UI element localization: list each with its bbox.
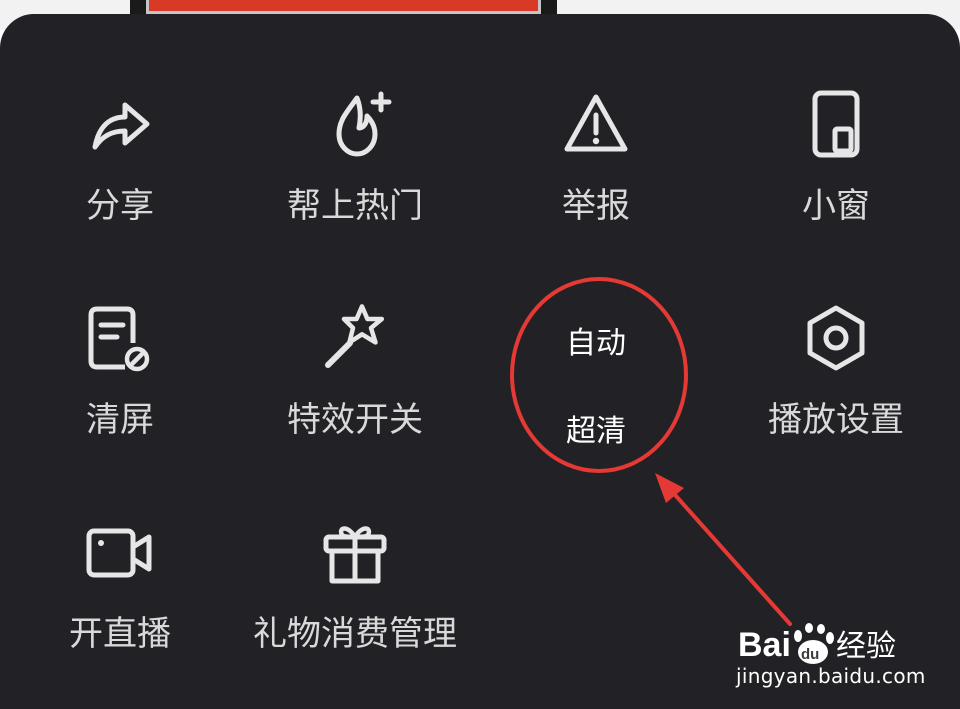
menu-item-label: 清屏 — [86, 400, 154, 440]
watermark-url: jingyan.baidu.com — [736, 664, 926, 688]
quality-value-label: 超清 — [566, 414, 626, 449]
video-camera-icon — [0, 442, 240, 582]
flame-plus-icon — [235, 14, 475, 157]
menu-item-label: 开直播 — [69, 614, 171, 654]
share-icon — [0, 14, 240, 154]
menu-item-label: 特效开关 — [287, 400, 423, 440]
menu-item-gift-spending[interactable]: 礼物消费管理 — [235, 442, 475, 654]
menu-item-boost-popular[interactable]: 帮上热门 — [235, 14, 475, 226]
menu-item-auto-hd[interactable]: 自动 超清 — [476, 228, 716, 449]
mini-window-icon — [716, 14, 956, 158]
menu-item-label: 帮上热门 — [287, 186, 423, 226]
svg-text:du: du — [801, 646, 819, 663]
menu-item-label: 分享 — [86, 186, 154, 226]
menu-item-label: 播放设置 — [768, 400, 904, 440]
menu-item-share[interactable]: 分享 — [0, 14, 240, 226]
clear-screen-icon — [0, 228, 240, 372]
menu-item-start-live[interactable]: 开直播 — [0, 442, 240, 654]
menu-item-label: 小窗 — [802, 186, 870, 226]
menu-item-label: 礼物消费管理 — [253, 614, 457, 654]
magic-wand-icon — [235, 228, 475, 368]
hexagon-settings-icon — [716, 228, 956, 371]
svg-text:经验: 经验 — [836, 629, 896, 664]
menu-item-report[interactable]: 举报 — [476, 14, 716, 226]
menu-item-effects-toggle[interactable]: 特效开关 — [235, 228, 475, 440]
menu-item-label: 举报 — [562, 186, 630, 226]
baidu-jingyan-logo: Bai du 经验 — [738, 622, 908, 666]
menu-item-playback-settings[interactable]: 播放设置 — [716, 228, 956, 440]
more-options-panel: 分享 帮上热门 举报 小窗 清屏 特效开关 自动 超清 播放设置 开直播 礼物消… — [0, 14, 960, 709]
svg-text:Bai: Bai — [738, 626, 791, 664]
menu-item-clear-screen[interactable]: 清屏 — [0, 228, 240, 440]
warning-icon — [476, 14, 716, 154]
quality-mode-label: 自动 — [566, 326, 626, 361]
menu-item-mini-window[interactable]: 小窗 — [716, 14, 956, 226]
gift-icon — [235, 442, 475, 584]
